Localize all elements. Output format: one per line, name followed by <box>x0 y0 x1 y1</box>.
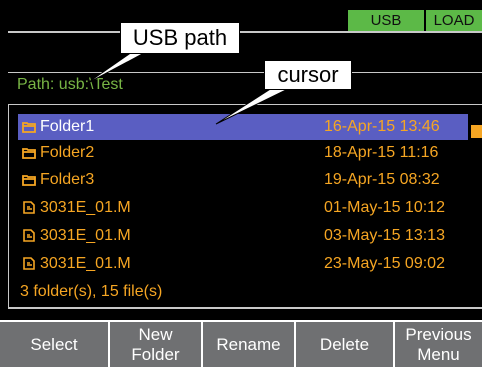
softkey-label: New Folder <box>131 324 180 364</box>
softkey-bar: Select New Folder Rename Delete Previous… <box>0 320 482 367</box>
new-folder-button[interactable]: New Folder <box>110 322 201 367</box>
select-button[interactable]: Select <box>0 322 108 367</box>
callout-pointers <box>85 51 291 125</box>
rename-button[interactable]: Rename <box>203 322 294 367</box>
file-browser-screen: USB LOAD Path: usb:\Test Folder1 16-Apr-… <box>0 0 482 320</box>
delete-button[interactable]: Delete <box>296 322 393 367</box>
softkey-label: Select <box>30 334 78 354</box>
softkey-label: Delete <box>319 334 370 354</box>
softkey-label: Previous Menu <box>405 324 472 364</box>
softkey-label: Rename <box>216 334 281 354</box>
usb-path-callout: USB path <box>120 22 240 54</box>
previous-menu-button[interactable]: Previous Menu <box>395 322 482 367</box>
cursor-callout: cursor <box>264 60 352 90</box>
